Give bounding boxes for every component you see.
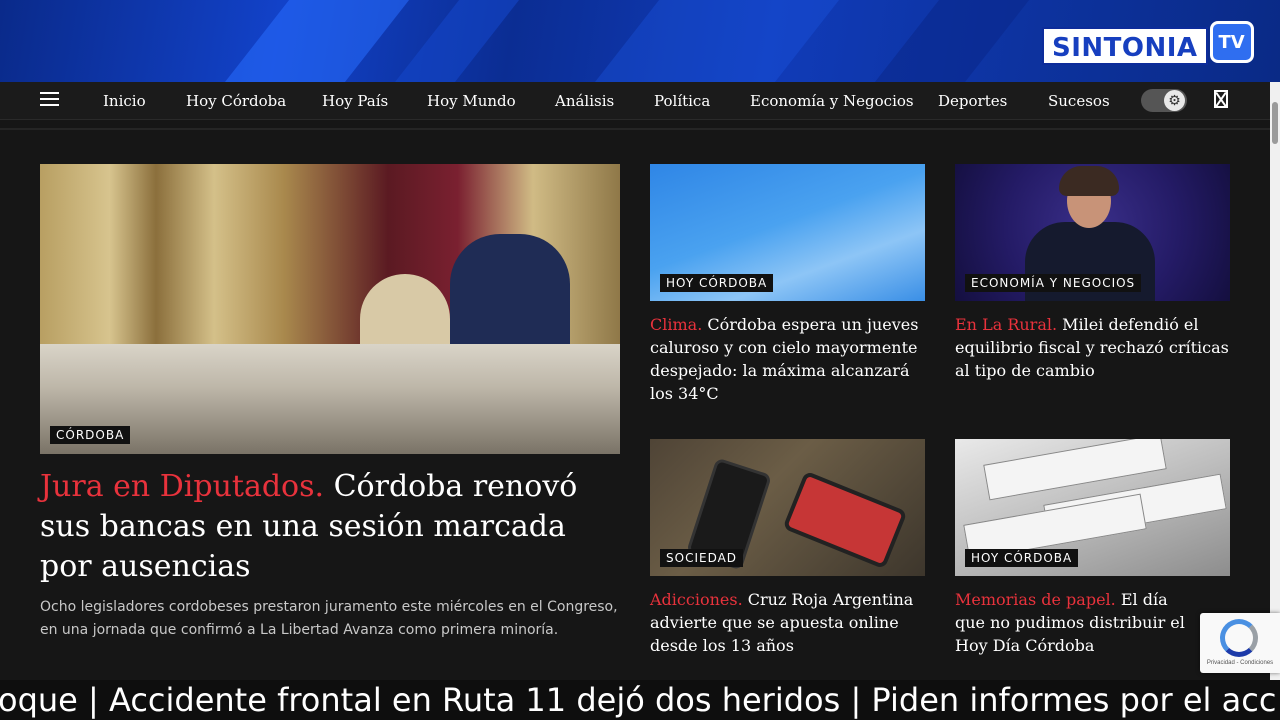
hamburger-menu-icon[interactable] xyxy=(40,92,59,108)
photo-figure xyxy=(1059,166,1119,196)
nav-item-inicio[interactable]: Inicio xyxy=(103,92,146,110)
category-tag[interactable]: HOY CÓRDOBA xyxy=(965,549,1079,567)
banner-stripe xyxy=(845,0,1045,82)
category-tag[interactable]: SOCIEDAD xyxy=(660,549,744,567)
headline-kicker: En La Rural. xyxy=(955,315,1058,334)
article-image[interactable]: HOY CÓRDOBA xyxy=(955,439,1230,576)
scrollbar-thumb[interactable] xyxy=(1272,102,1278,144)
main-nav: Inicio Hoy Córdoba Hoy País Hoy Mundo An… xyxy=(0,82,1270,120)
logo-tv-badge: TV xyxy=(1209,21,1254,63)
nav-item-politica[interactable]: Política xyxy=(654,92,710,110)
x-social-icon[interactable] xyxy=(1214,90,1228,108)
article-image[interactable]: ECONOMÍA Y NEGOCIOS xyxy=(955,164,1230,301)
article-headline[interactable]: En La Rural. Milei defendió el equilibri… xyxy=(955,313,1230,382)
news-ticker: oque | Accidente frontal en Ruta 11 dejó… xyxy=(0,680,1280,720)
recaptcha-text: Privacidad - Condiciones xyxy=(1206,660,1274,666)
main-article-image[interactable]: CÓRDOBA xyxy=(40,164,620,454)
article-headline[interactable]: Adicciones. Cruz Roja Argentina advierte… xyxy=(650,588,925,657)
site-logo[interactable]: SINTONIA TV xyxy=(1042,21,1254,68)
headline-kicker: Jura en Diputados. xyxy=(40,469,325,504)
category-tag[interactable]: CÓRDOBA xyxy=(50,426,131,444)
category-tag[interactable]: ECONOMÍA Y NEGOCIOS xyxy=(965,274,1142,292)
nav-item-sucesos[interactable]: Sucesos xyxy=(1048,92,1110,110)
ticker-text[interactable]: oque | Accidente frontal en Ruta 11 dejó… xyxy=(0,681,1276,719)
category-tag[interactable]: HOY CÓRDOBA xyxy=(660,274,774,292)
recaptcha-badge[interactable]: Privacidad - Condiciones xyxy=(1200,613,1280,673)
logo-wordmark: SINTONIA xyxy=(1042,27,1208,65)
headline-kicker: Adicciones. xyxy=(650,590,743,609)
nav-item-deportes[interactable]: Deportes xyxy=(938,92,1007,110)
nav-divider xyxy=(0,128,1270,130)
photo-phone xyxy=(782,470,908,570)
article-headline[interactable]: Memorias de papel. El día que no pudimos… xyxy=(955,588,1195,657)
headline-kicker: Memorias de papel. xyxy=(955,590,1116,609)
main-article-headline[interactable]: Jura en Diputados. Córdoba renovó sus ba… xyxy=(40,467,620,587)
theme-toggle[interactable]: ⚙ xyxy=(1141,89,1187,112)
page-scrollbar[interactable] xyxy=(1270,82,1280,680)
article-headline[interactable]: Clima. Córdoba espera un jueves caluroso… xyxy=(650,313,925,405)
nav-item-analisis[interactable]: Análisis xyxy=(555,92,614,110)
gear-icon: ⚙ xyxy=(1164,90,1185,111)
banner-stripe xyxy=(565,0,855,82)
nav-item-hoy-pais[interactable]: Hoy País xyxy=(322,92,388,110)
main-article-excerpt: Ocho legisladores cordobeses prestaron j… xyxy=(40,599,618,638)
article-image[interactable]: HOY CÓRDOBA xyxy=(650,164,925,301)
headline-kicker: Clima. xyxy=(650,315,703,334)
nav-item-economia[interactable]: Economía y Negocios xyxy=(750,92,914,110)
banner-stripe xyxy=(195,0,425,82)
top-banner: SINTONIA TV xyxy=(0,0,1280,82)
recaptcha-icon xyxy=(1220,619,1258,657)
nav-item-hoy-cordoba[interactable]: Hoy Córdoba xyxy=(186,92,286,110)
article-image[interactable]: SOCIEDAD xyxy=(650,439,925,576)
nav-item-hoy-mundo[interactable]: Hoy Mundo xyxy=(427,92,516,110)
